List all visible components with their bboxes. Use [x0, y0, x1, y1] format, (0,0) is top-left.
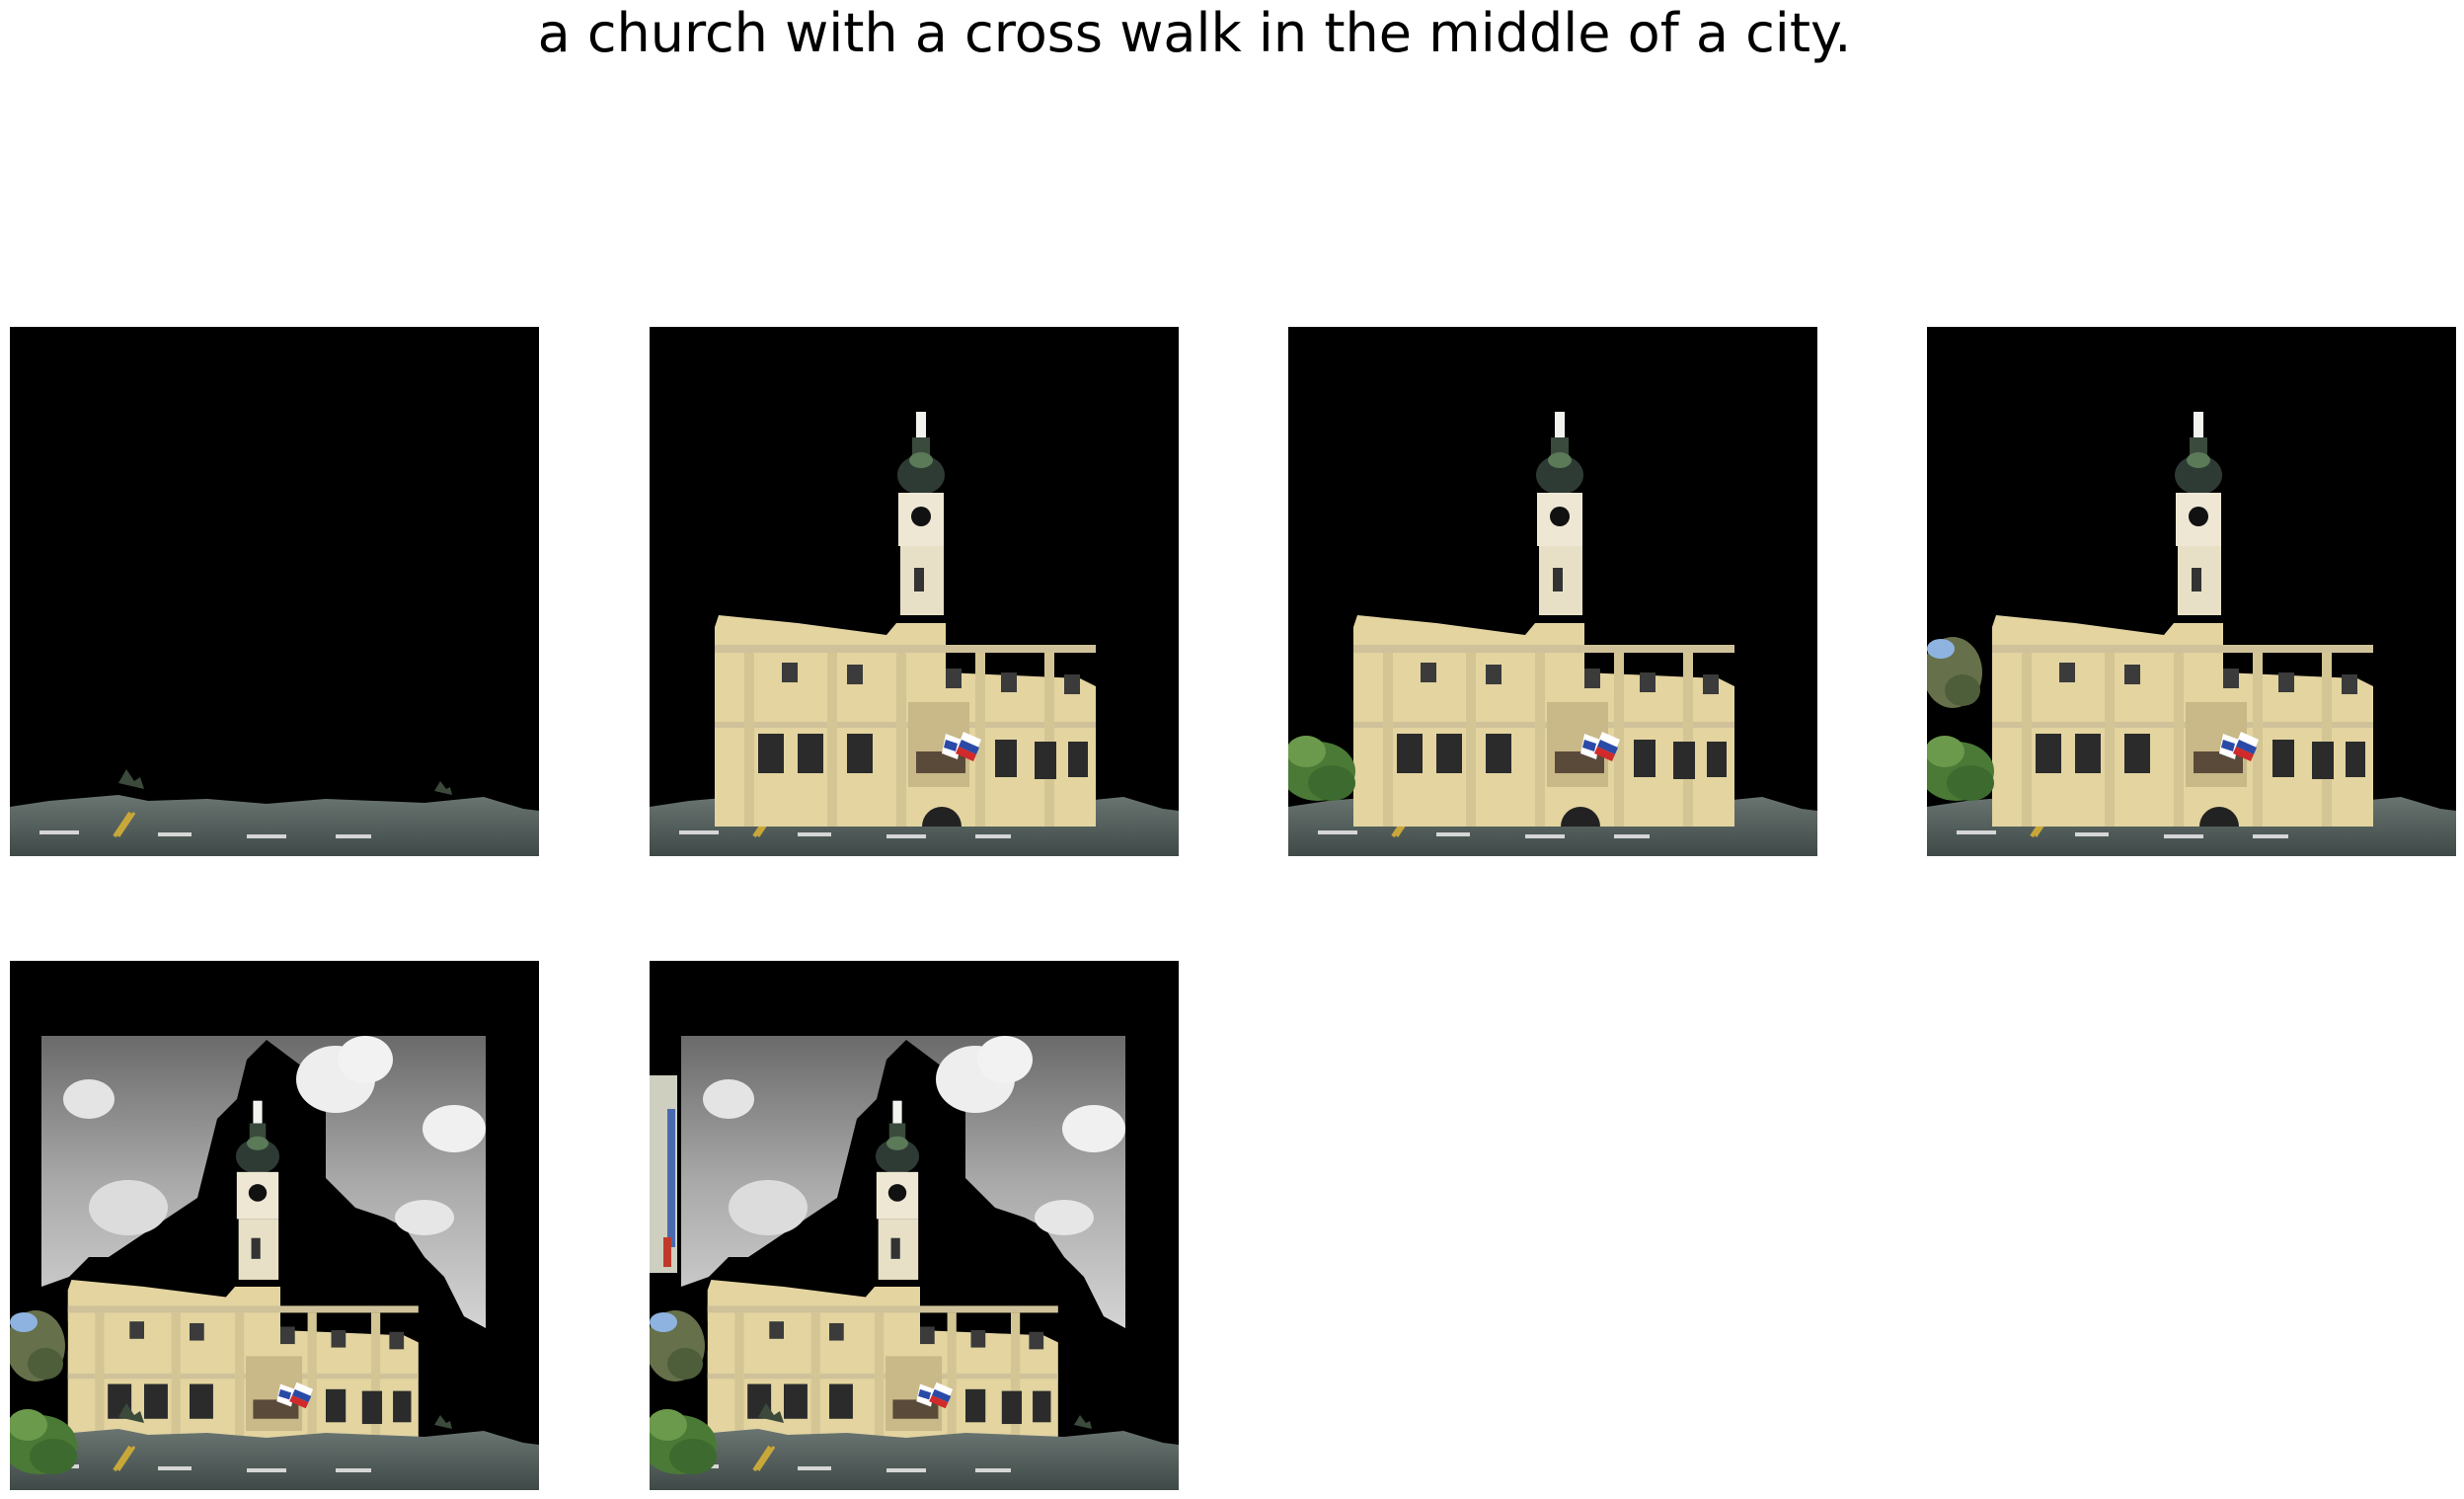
- image-stage-1: [10, 767, 539, 856]
- panel-stage-1: [10, 327, 539, 856]
- image-stage-5: [10, 1036, 539, 1490]
- panel-stage-5: [10, 961, 539, 1490]
- image-stage-2: [650, 412, 1179, 856]
- panel-stage-6: [650, 961, 1179, 1490]
- panel-stage-2: [650, 327, 1179, 856]
- image-stage-6: [650, 1036, 1179, 1490]
- panel-stage-4: [1927, 327, 2456, 856]
- figure-caption: a church with a cross walk in the middle…: [537, 2, 1852, 64]
- panel-stage-3: [1288, 327, 1817, 856]
- image-stage-3: [1288, 412, 1817, 856]
- image-stage-4: [1927, 412, 2456, 856]
